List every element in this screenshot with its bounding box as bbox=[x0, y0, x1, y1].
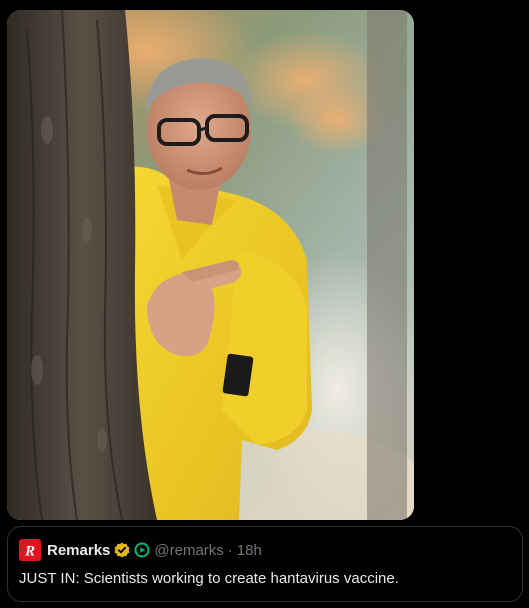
remarks-logo-icon[interactable]: R bbox=[19, 539, 41, 561]
author-handle[interactable]: @remarks bbox=[154, 542, 223, 559]
svg-text:R: R bbox=[24, 544, 35, 559]
post-media-photo[interactable] bbox=[7, 10, 414, 520]
post-timestamp[interactable]: 18h bbox=[237, 542, 262, 559]
affiliate-badge-icon bbox=[134, 542, 150, 558]
header-separator: · bbox=[227, 541, 233, 559]
quoted-post-text: JUST IN: Scientists working to create ha… bbox=[19, 570, 399, 587]
quoted-post-header: R Remarks @remarks · 18h bbox=[19, 539, 262, 561]
quoted-post-card[interactable]: R Remarks @remarks · 18h JUST IN: Scient… bbox=[7, 526, 523, 602]
verified-badge-icon bbox=[114, 542, 130, 558]
photo-illustration bbox=[7, 10, 414, 520]
author-display-name[interactable]: Remarks bbox=[47, 542, 110, 559]
